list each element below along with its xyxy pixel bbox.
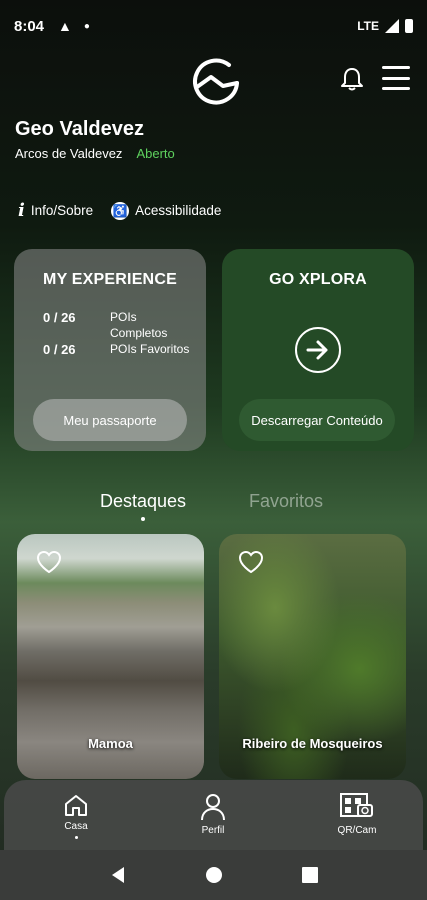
poi-card[interactable]: Mamoa xyxy=(17,534,204,779)
arrow-right-icon[interactable] xyxy=(295,327,341,373)
nav-home[interactable]: Casa xyxy=(36,793,116,839)
signal-icon xyxy=(385,19,399,33)
active-nav-indicator xyxy=(74,836,78,839)
status-right: LTE xyxy=(357,19,413,33)
nav-home-label: Casa xyxy=(64,821,88,832)
heart-outline-icon[interactable] xyxy=(238,550,264,574)
favorites-label: POIs Favoritos xyxy=(110,342,190,356)
download-content-button[interactable]: Descarregar Conteúdo xyxy=(239,399,395,441)
my-experience-card: MY EXPERIENCE 0 / 26 POIs Completos 0 / … xyxy=(14,249,206,451)
home-circle-icon[interactable] xyxy=(205,866,223,884)
home-icon xyxy=(65,795,87,816)
subtitle: Arcos de Valdevez Aberto xyxy=(15,146,175,161)
recents-icon[interactable] xyxy=(301,867,318,883)
info-links: i Info/Sobre ♿ Acessibilidade xyxy=(18,200,221,221)
favorites-stat: 0 / 26 POIs Favoritos xyxy=(43,341,190,357)
accessibility-label: Acessibilidade xyxy=(135,203,222,218)
completed-label: POIs Completos xyxy=(110,310,168,340)
favorites-count: 0 / 26 xyxy=(43,342,76,357)
my-experience-title: MY EXPERIENCE xyxy=(43,271,177,288)
completed-stat: 0 / 26 POIs Completos xyxy=(43,309,190,341)
bell-icon[interactable] xyxy=(340,66,364,92)
tab-favoritos[interactable]: Favoritos xyxy=(249,491,323,512)
location-label: Arcos de Valdevez xyxy=(15,146,123,161)
tab-destaques[interactable]: Destaques xyxy=(100,491,186,512)
status-bar: 8:04 ▲ ● LTE xyxy=(0,0,427,52)
nav-profile[interactable]: Perfil xyxy=(173,793,253,836)
poi-card[interactable]: Ribeiro de Mosqueiros xyxy=(219,534,406,779)
info-icon: i xyxy=(18,200,25,221)
nav-qr-label: QR/Cam xyxy=(337,825,377,836)
qr-camera-icon xyxy=(340,793,373,817)
completed-count: 0 / 26 xyxy=(43,310,76,325)
back-icon[interactable] xyxy=(110,866,126,884)
accessibility-link[interactable]: ♿ Acessibilidade xyxy=(111,200,221,221)
app-logo-icon xyxy=(193,58,239,105)
page-title: Geo Valdevez xyxy=(15,118,144,140)
info-link[interactable]: i Info/Sobre xyxy=(18,200,93,221)
notification-dot-icon: ● xyxy=(83,20,90,32)
nav-profile-label: Perfil xyxy=(201,825,225,836)
warning-icon: ▲ xyxy=(58,18,72,34)
battery-icon xyxy=(405,19,413,33)
active-tab-indicator xyxy=(141,517,145,521)
go-xplora-card[interactable]: GO XPLORA Descarregar Conteúdo xyxy=(222,249,414,451)
go-xplora-title: GO XPLORA xyxy=(269,271,367,288)
open-status: Aberto xyxy=(136,146,175,161)
person-icon xyxy=(201,794,225,821)
accessibility-icon: ♿ xyxy=(111,201,130,220)
nav-qr[interactable]: QR/Cam xyxy=(317,793,397,836)
menu-icon[interactable] xyxy=(382,66,410,90)
network-label: LTE xyxy=(357,19,379,33)
passport-button[interactable]: Meu passaporte xyxy=(33,399,187,441)
system-nav-bar xyxy=(0,850,427,900)
heart-outline-icon[interactable] xyxy=(36,550,62,574)
poi-name: Ribeiro de Mosqueiros xyxy=(242,736,383,751)
info-label: Info/Sobre xyxy=(30,203,94,218)
status-time: 8:04 xyxy=(14,17,45,35)
poi-name: Mamoa xyxy=(88,736,133,751)
